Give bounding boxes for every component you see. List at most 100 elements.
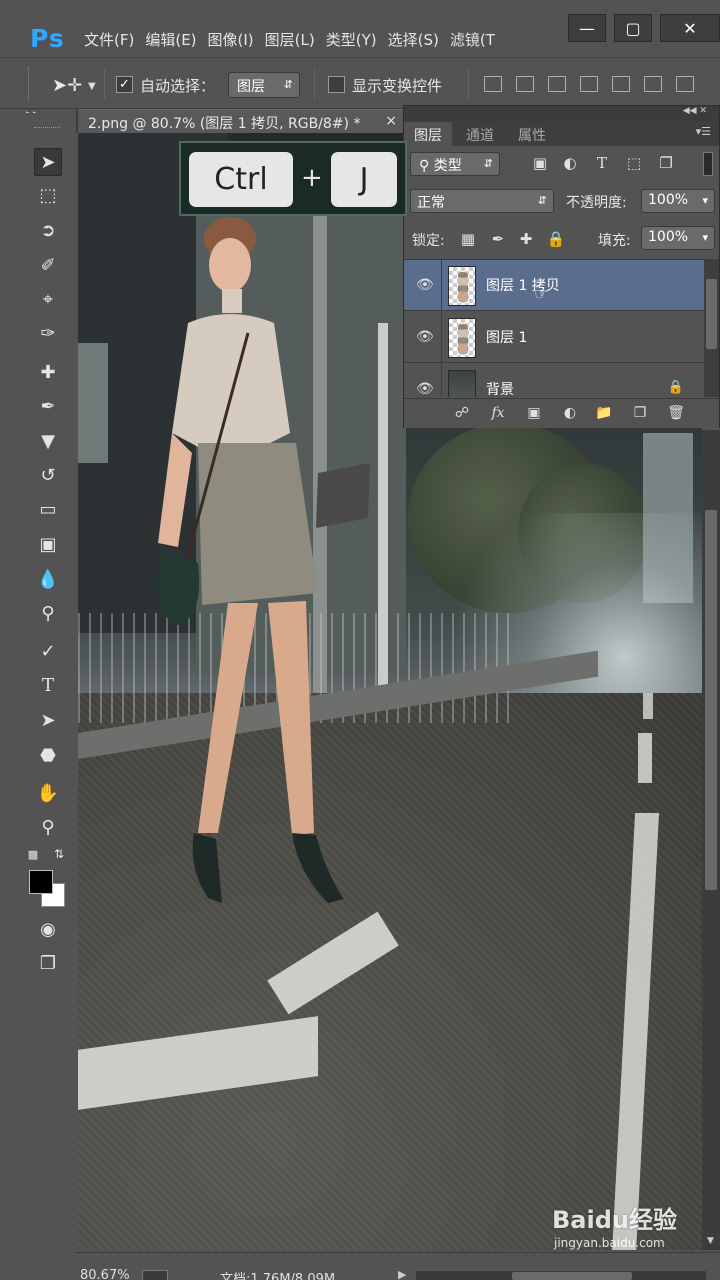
fill-field[interactable]: 100% ▾ [641,226,715,250]
lasso-tool-icon[interactable]: ➲ [34,216,62,244]
auto-select-checkbox[interactable]: ✓ [116,76,133,93]
layer-row[interactable]: 👁 图层 1 [404,312,704,363]
menu-select[interactable]: 选择(S) [388,29,450,50]
close-tab-icon[interactable]: × [385,113,397,129]
type-tool-icon[interactable]: T [34,671,62,699]
align-vcenter-icon[interactable] [516,76,534,92]
tab-channels[interactable]: 通道 [456,122,504,146]
link-layers-icon[interactable]: ☍ [452,405,472,423]
visibility-toggle[interactable]: 👁 [404,312,442,363]
hand-cursor-icon: ☞ [534,284,549,303]
stamp-tool-icon[interactable]: ▼ [34,427,62,455]
layers-scroll-thumb[interactable] [706,279,717,349]
eraser-tool-icon[interactable]: ▭ [34,495,62,523]
layer-name[interactable]: 图层 1 [486,327,527,347]
opacity-field[interactable]: 100% ▾ [641,189,715,213]
align-right-icon[interactable] [644,76,662,92]
lock-transparent-icon[interactable]: ▦ [458,230,478,250]
gradient-tool-icon[interactable]: ▣ [34,530,62,558]
visibility-toggle[interactable]: 👁 [404,260,442,311]
trash-icon[interactable]: 🗑 [666,405,686,423]
close-window-button[interactable]: ✕ [660,14,720,42]
eyedropper-tool-icon[interactable]: ✑ [34,319,62,347]
new-group-icon[interactable]: 📁 [594,405,614,423]
shape-tool-icon[interactable]: ⬣ [34,741,62,769]
panel-menu-icon[interactable]: ▾☰ [696,125,711,138]
tab-layers[interactable]: 图层 [404,122,452,146]
menu-type[interactable]: 类型(Y) [326,29,388,50]
layer-name[interactable]: 背景 [486,379,514,397]
swap-colors-icon[interactable]: ⇅ [50,845,68,863]
fx-icon[interactable]: fx [488,405,508,423]
move-tool-icon[interactable]: ➤✛ [52,75,82,96]
layers-scrollbar[interactable] [704,259,719,397]
filter-shape-icon[interactable]: ⬚ [624,154,644,174]
filter-smart-object-icon[interactable]: ❐ [656,154,676,174]
align-top-icon[interactable] [484,76,502,92]
menu-file[interactable]: 文件(F) [84,29,145,50]
healing-brush-tool-icon[interactable]: ✚ [34,358,62,386]
horizontal-scrollbar[interactable] [416,1271,706,1280]
chevron-down-icon[interactable]: ▾ [702,194,708,207]
tool-preset-chevron-icon[interactable]: ▼ [88,81,96,92]
crop-tool-icon[interactable]: ⌖ [34,285,62,313]
foreground-color-swatch[interactable] [29,870,53,894]
move-tool-icon[interactable]: ➤ [34,148,62,176]
panel-collapse-icon[interactable]: ◀◀ ✕ [683,106,707,116]
quick-mask-icon[interactable]: ◉ [34,915,62,943]
menu-edit[interactable]: 编辑(E) [145,29,207,50]
visibility-toggle[interactable]: 👁 [404,364,442,397]
layer-filter-dropdown[interactable]: ⚲ 类型 ⇵ [410,152,500,176]
status-menu-arrow-icon[interactable]: ▶ [398,1268,406,1280]
align-hcenter-icon[interactable] [612,76,630,92]
brush-tool-icon[interactable]: ✒ [34,392,62,420]
layer-row[interactable]: 👁 图层 1 拷贝 ☞ [404,260,704,311]
distribute-icon[interactable] [676,76,694,92]
history-brush-tool-icon[interactable]: ↺ [34,461,62,489]
filter-toggle-switch[interactable] [703,152,713,176]
lock-image-icon[interactable]: ✒ [488,230,508,250]
new-layer-icon[interactable]: ❐ [630,405,650,423]
menu-layer[interactable]: 图层(L) [265,29,326,50]
blur-tool-icon[interactable]: 💧 [34,565,62,593]
layer-row[interactable]: 👁 背景 🔒 [404,364,704,397]
dodge-tool-icon[interactable]: ⚲ [34,599,62,627]
vertical-scroll-thumb[interactable] [705,510,717,890]
menu-image[interactable]: 图像(I) [208,29,265,50]
options-bar-grip[interactable] [28,67,32,101]
zoom-level[interactable]: 80.67% [80,1268,130,1280]
align-left-icon[interactable] [580,76,598,92]
path-select-tool-icon[interactable]: ➤ [34,706,62,734]
maximize-button[interactable]: ▢ [614,14,652,42]
layer-name[interactable]: 图层 1 拷贝 [486,275,560,295]
blend-mode-dropdown[interactable]: 正常 ⇵ [410,189,554,213]
document-tab[interactable]: 2.png @ 80.7% (图层 1 拷贝, RGB/8#) * × [78,109,403,133]
default-colors-icon[interactable]: ▩ [24,845,42,863]
canvas-vertical-scrollbar[interactable]: ▼ [702,430,720,1250]
screen-mode-icon[interactable]: ❐ [34,949,62,977]
align-bottom-icon[interactable] [548,76,566,92]
scroll-down-icon[interactable]: ▼ [707,1236,714,1246]
tab-properties[interactable]: 属性 [508,122,556,146]
toolbox-grip[interactable] [34,127,60,130]
zoom-tool-icon[interactable]: ⚲ [34,813,62,841]
adjustment-layer-icon[interactable]: ◐ [560,405,580,423]
show-transform-checkbox[interactable] [328,76,345,93]
filter-pixel-icon[interactable]: ▣ [530,154,550,174]
auto-select-target-dropdown[interactable]: 图层 ⇵ [228,72,300,98]
lock-position-icon[interactable]: ✚ [516,230,536,250]
menu-filter[interactable]: 滤镜(T [450,29,506,50]
horizontal-scroll-thumb[interactable] [512,1272,632,1280]
panel-collapse-bar[interactable]: ◀◀ ✕ [404,106,719,122]
add-mask-icon[interactable]: ▣ [524,405,544,423]
lock-all-icon[interactable]: 🔒 [546,230,566,250]
quick-select-tool-icon[interactable]: ✐ [34,251,62,279]
hand-tool-icon[interactable]: ✋ [34,779,62,807]
marquee-tool-icon[interactable]: ⬚ [34,181,62,209]
pen-tool-icon[interactable]: ✓ [34,637,62,665]
zoom-menu-button[interactable] [142,1270,168,1280]
minimize-button[interactable]: — [568,14,606,42]
filter-adjustment-icon[interactable]: ◐ [560,154,580,174]
filter-type-icon[interactable]: T [592,154,612,174]
chevron-down-icon[interactable]: ▾ [702,231,708,244]
